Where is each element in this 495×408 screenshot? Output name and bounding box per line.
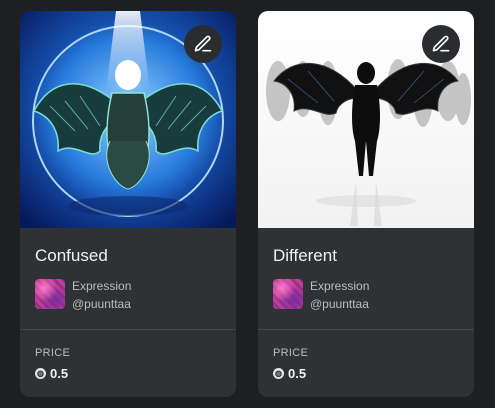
edit-icon <box>194 35 212 52</box>
collection-name: Expression <box>72 279 132 293</box>
divider <box>20 329 236 330</box>
card-title[interactable]: Confused <box>35 246 108 266</box>
creator-handle[interactable]: @puunttaa <box>72 297 131 311</box>
price-label: PRICE <box>273 347 309 359</box>
collection-name: Expression <box>310 279 370 293</box>
creator-info[interactable]: Expression @puunttaa <box>273 279 463 311</box>
nft-card[interactable]: Different Expression @puunttaa PRICE ◍ 0… <box>258 11 474 397</box>
currency-icon: ◍ <box>35 368 46 379</box>
price-value: 0.5 <box>50 366 69 381</box>
currency-icon: ◍ <box>273 368 284 379</box>
divider <box>258 329 474 330</box>
edit-button[interactable] <box>422 25 460 63</box>
edit-icon <box>432 35 450 52</box>
edit-button[interactable] <box>184 25 222 63</box>
price: ◍ 0.5 <box>273 366 306 381</box>
artwork-image[interactable] <box>258 11 474 228</box>
creator-handle[interactable]: @puunttaa <box>310 297 369 311</box>
card-title[interactable]: Different <box>273 246 337 266</box>
creator-avatar[interactable] <box>35 279 65 309</box>
price-label: PRICE <box>35 347 71 359</box>
artwork-image[interactable] <box>20 11 236 228</box>
nft-card[interactable]: Confused Expression @puunttaa PRICE ◍ 0.… <box>20 11 236 397</box>
creator-avatar[interactable] <box>273 279 303 309</box>
price-value: 0.5 <box>288 366 307 381</box>
price: ◍ 0.5 <box>35 366 68 381</box>
creator-info[interactable]: Expression @puunttaa <box>35 279 225 311</box>
